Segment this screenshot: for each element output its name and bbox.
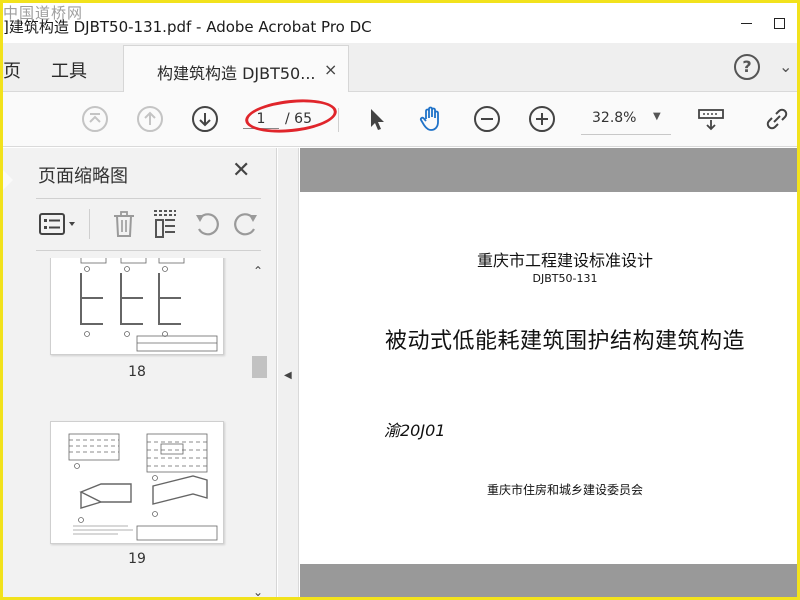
tab-home[interactable]: 页 bbox=[3, 57, 21, 83]
page-display-icon[interactable] bbox=[697, 105, 725, 133]
rotate-clockwise-icon[interactable] bbox=[232, 211, 260, 237]
tab-document-label: 构建筑构造 DJBT50... bbox=[157, 64, 316, 83]
pane-title: 页面缩略图 bbox=[38, 166, 128, 187]
tab-tools[interactable]: 工具 bbox=[51, 57, 87, 83]
doc-main-title: 被动式低能耗建筑围护结构建筑构造 bbox=[384, 329, 745, 354]
tab-bar: 页 工具 构建筑构造 DJBT50... × ? ⌄ bbox=[3, 43, 797, 93]
hand-tool-icon[interactable] bbox=[417, 105, 445, 133]
options-menu-icon[interactable] bbox=[38, 211, 78, 237]
app-window: 中国道桥网 ]建筑构造 DJBT50-131.pdf - Adobe Acrob… bbox=[0, 0, 800, 600]
thumbnail-label: 19 bbox=[128, 551, 146, 567]
window-title: ]建筑构造 DJBT50-131.pdf - Adobe Acrobat Pro… bbox=[3, 18, 372, 36]
document-view[interactable]: 重庆市工程建设标准设计 DJBT50-131 被动式低能耗建筑围护结构建筑构造 … bbox=[300, 148, 797, 597]
page-thumbnail-image bbox=[68, 433, 218, 541]
doc-series-number: 渝20J01 bbox=[384, 421, 446, 440]
zoom-out-icon[interactable] bbox=[473, 105, 501, 133]
pane-pointer bbox=[3, 170, 13, 190]
share-link-icon[interactable] bbox=[763, 105, 791, 133]
zoom-dropdown-icon[interactable]: ▼ bbox=[653, 111, 661, 122]
select-tool-icon[interactable] bbox=[363, 105, 391, 133]
pane-toolbar bbox=[36, 199, 261, 249]
rotate-counterclockwise-icon[interactable] bbox=[193, 211, 221, 237]
main-toolbar: 1 / 65 32.8% ▼ bbox=[3, 92, 797, 147]
pdf-page: 重庆市工程建设标准设计 DJBT50-131 被动式低能耗建筑围护结构建筑构造 … bbox=[300, 192, 797, 564]
maximize-icon bbox=[773, 17, 785, 29]
first-page-icon[interactable] bbox=[81, 105, 109, 133]
zoom-underline bbox=[581, 134, 671, 135]
thumbnail-label: 18 bbox=[128, 364, 146, 380]
pane-collapse-handle[interactable]: ◀ bbox=[278, 148, 299, 597]
toolbar-divider bbox=[338, 108, 339, 132]
thumbnail-list: 18 19 bbox=[36, 258, 246, 597]
scroll-down-arrow-icon[interactable]: ⌄ bbox=[253, 585, 263, 597]
pane-close-icon[interactable]: ✕ bbox=[232, 158, 250, 183]
title-bar: 中国道桥网 ]建筑构造 DJBT50-131.pdf - Adobe Acrob… bbox=[3, 3, 797, 43]
doc-heading: 重庆市工程建设标准设计 bbox=[476, 251, 653, 270]
scroll-up-arrow-icon[interactable]: ⌃ bbox=[253, 264, 263, 278]
minimize-button[interactable] bbox=[731, 11, 761, 35]
page-thumbnail-image bbox=[80, 258, 218, 352]
tab-close-button[interactable]: × bbox=[324, 60, 337, 79]
maximize-button[interactable] bbox=[764, 11, 794, 35]
page-thumbnail[interactable] bbox=[50, 421, 224, 544]
previous-page-icon[interactable] bbox=[136, 105, 164, 133]
doc-publisher: 重庆市住房和城乡建设委员会 bbox=[486, 483, 643, 497]
tab-document[interactable]: 构建筑构造 DJBT50... × bbox=[123, 45, 349, 93]
delete-page-icon[interactable] bbox=[111, 210, 137, 238]
zoom-in-icon[interactable] bbox=[528, 105, 556, 133]
scrollbar-thumb[interactable] bbox=[252, 356, 267, 378]
insert-page-icon[interactable] bbox=[151, 209, 179, 239]
zoom-level[interactable]: 32.8% bbox=[592, 110, 636, 126]
help-icon[interactable]: ? bbox=[734, 54, 760, 80]
thumbnails-pane: 页面缩略图 ✕ 18 19 ⌃ ⌄ bbox=[3, 148, 277, 597]
page-thumbnail[interactable] bbox=[50, 258, 224, 355]
more-chevron-icon[interactable]: ⌄ bbox=[779, 57, 792, 76]
minimize-icon bbox=[740, 22, 752, 24]
next-page-icon[interactable] bbox=[191, 105, 219, 133]
doc-code: DJBT50-131 bbox=[532, 272, 598, 285]
pane-divider bbox=[36, 250, 261, 251]
pane-tool-divider bbox=[89, 209, 90, 239]
collapse-left-icon: ◀ bbox=[284, 370, 292, 381]
thumbnail-scrollbar[interactable] bbox=[250, 260, 268, 597]
